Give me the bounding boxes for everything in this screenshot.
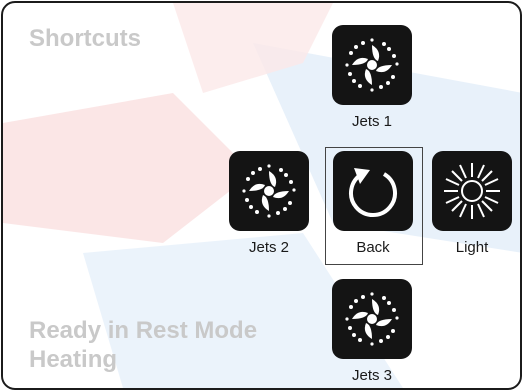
jets-1-button[interactable]: Jets 1	[324, 25, 420, 130]
jets-2-button[interactable]: Jets 2	[221, 151, 317, 256]
light-button[interactable]: Light	[424, 151, 520, 256]
jets-3-button[interactable]: Jets 3	[324, 279, 420, 384]
page-title: Shortcuts	[29, 25, 142, 52]
shortcuts-panel: Shortcuts Ready in Rest Mode Heating Jet…	[1, 1, 522, 390]
jets-icon	[332, 279, 412, 359]
light-label: Light	[455, 239, 489, 256]
jets-icon	[332, 25, 412, 105]
status-text: Ready in Rest Mode	[29, 317, 258, 344]
jets-2-label: Jets 2	[248, 239, 290, 256]
heating-status-text: Heating	[29, 346, 118, 373]
jets-3-label: Jets 3	[351, 367, 393, 384]
back-button[interactable]: Back	[325, 151, 421, 256]
jets-icon	[229, 151, 309, 231]
back-arrow-icon	[333, 151, 413, 231]
back-label: Back	[356, 239, 390, 256]
jets-1-label: Jets 1	[351, 113, 393, 130]
light-icon	[432, 151, 512, 231]
